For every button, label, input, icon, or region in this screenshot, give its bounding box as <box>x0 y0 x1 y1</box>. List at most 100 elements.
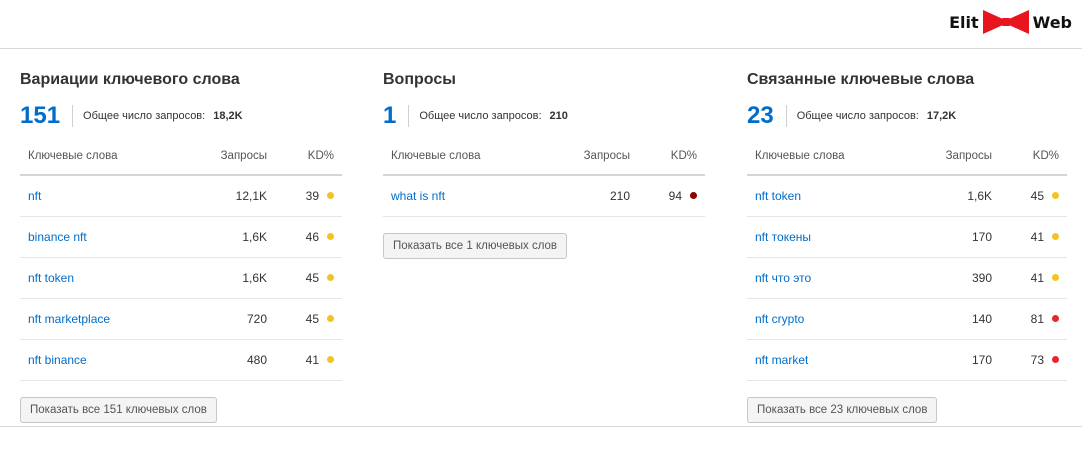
keyword-link[interactable]: what is nft <box>383 175 549 217</box>
kd-dot-icon <box>1052 315 1059 323</box>
keyword-link[interactable]: nft market <box>747 339 911 381</box>
column-header-keywords[interactable]: Ключевые слова <box>747 138 911 176</box>
stat-row: 151 Общее число запросов: 18,2K <box>20 102 342 130</box>
table-row: nft что это 390 41 <box>747 257 1067 299</box>
kd-value: 41 <box>1030 271 1044 285</box>
panel-title: Вопросы <box>383 71 456 88</box>
keyword-link[interactable]: binance nft <box>20 216 186 258</box>
kd-value: 94 <box>668 189 682 203</box>
total-volume-label: Общее число запросов: <box>419 110 542 122</box>
kd-value: 73 <box>1030 353 1044 367</box>
panel-title: Связанные ключевые слова <box>747 71 975 88</box>
total-volume-value: 17,2K <box>926 110 957 122</box>
volume-value: 140 <box>911 298 996 340</box>
kd-value: 45 <box>1030 189 1044 203</box>
kd-value: 46 <box>305 230 319 244</box>
table-row: nft marketplace 720 45 <box>20 298 342 340</box>
kd-cell: 41 <box>271 339 342 381</box>
volume-value: 1,6K <box>911 175 996 217</box>
keyword-link[interactable]: nft token <box>747 175 911 217</box>
table-row: nft 12,1K 39 <box>20 175 342 217</box>
kd-dot-icon <box>327 315 334 323</box>
column-header-volume[interactable]: Запросы <box>549 138 634 176</box>
kd-cell: 46 <box>271 216 342 258</box>
table-row: nft token 1,6K 45 <box>747 175 1067 217</box>
kd-value: 81 <box>1030 312 1044 326</box>
keyword-count: 1 <box>383 102 397 129</box>
keyword-link[interactable]: nft crypto <box>747 298 911 340</box>
kd-dot-icon <box>1052 356 1059 364</box>
stat-row: 23 Общее число запросов: 17,2K <box>747 102 1067 130</box>
divider <box>72 105 74 127</box>
table-row: nft crypto 140 81 <box>747 298 1067 340</box>
kd-cell: 94 <box>634 175 705 217</box>
table-row: nft market 170 73 <box>747 339 1067 381</box>
kd-cell: 45 <box>271 298 342 340</box>
elitweb-logo: Elit Web <box>949 8 1072 36</box>
kd-cell: 73 <box>996 339 1067 381</box>
column-header-kd[interactable]: KD% <box>634 138 705 176</box>
kd-dot-icon <box>1052 274 1059 282</box>
kd-dot-icon <box>327 356 334 364</box>
volume-value: 1,6K <box>186 216 271 258</box>
logo-text-right: Web <box>1032 12 1072 32</box>
volume-value: 210 <box>549 175 634 217</box>
total-volume-value: 18,2K <box>213 110 243 122</box>
volume-value: 12,1K <box>186 175 271 217</box>
kd-dot-icon <box>690 192 697 200</box>
column-header-kd[interactable]: KD% <box>996 138 1067 176</box>
column-header-volume[interactable]: Запросы <box>186 138 271 176</box>
volume-value: 720 <box>186 298 271 340</box>
keyword-link[interactable]: nft token <box>20 257 186 299</box>
table-row: nft token 1,6K 45 <box>20 257 342 299</box>
related-keywords-panel: Связанные ключевые слова 23 Общее число … <box>747 68 1067 423</box>
kd-value: 45 <box>305 312 319 326</box>
panel-title: Вариации ключевого слова <box>20 71 240 88</box>
column-header-volume[interactable]: Запросы <box>911 138 996 176</box>
column-header-kd[interactable]: KD% <box>271 138 342 176</box>
bow-tie-icon <box>982 10 1029 34</box>
keyword-link[interactable]: nft токены <box>747 216 911 258</box>
keyword-count: 151 <box>20 102 61 129</box>
table-row: binance nft 1,6K 46 <box>20 216 342 258</box>
kd-dot-icon <box>327 233 334 241</box>
kd-cell: 45 <box>996 175 1067 217</box>
total-volume-label: Общее число запросов: <box>796 110 919 122</box>
volume-value: 170 <box>911 216 996 258</box>
show-all-questions-button[interactable]: Показать все 1 ключевых слов <box>383 233 568 259</box>
table-row: what is nft 210 94 <box>383 175 705 217</box>
table-row: nft binance 480 41 <box>20 339 342 381</box>
kd-dot-icon <box>1052 192 1059 200</box>
kd-value: 41 <box>1030 230 1044 244</box>
volume-value: 390 <box>911 257 996 299</box>
table-row: nft токены 170 41 <box>747 216 1067 258</box>
kd-cell: 39 <box>271 175 342 217</box>
keyword-link[interactable]: nft marketplace <box>20 298 186 340</box>
column-header-keywords[interactable]: Ключевые слова <box>383 138 549 176</box>
stat-row: 1 Общее число запросов: 210 <box>383 102 705 130</box>
divider <box>785 105 787 127</box>
keyword-link[interactable]: nft <box>20 175 186 217</box>
kd-dot-icon <box>1052 233 1059 241</box>
keywords-table: Ключевые слова Запросы KD% what is nft 2… <box>383 138 705 217</box>
keyword-link[interactable]: nft что это <box>747 257 911 299</box>
kd-dot-icon <box>327 192 334 200</box>
kd-cell: 45 <box>271 257 342 299</box>
kd-value: 41 <box>305 353 319 367</box>
total-volume-value: 210 <box>549 110 568 122</box>
kd-cell: 41 <box>996 216 1067 258</box>
questions-panel: Вопросы 1 Общее число запросов: 210 Ключ… <box>383 68 705 259</box>
show-all-keywords-button[interactable]: Показать все 151 ключевых слов <box>20 397 217 423</box>
kd-value: 39 <box>305 189 319 203</box>
kd-cell: 81 <box>996 298 1067 340</box>
volume-value: 1,6K <box>186 257 271 299</box>
volume-value: 480 <box>186 339 271 381</box>
keyword-variations-panel: Вариации ключевого слова 151 Общее число… <box>20 68 342 423</box>
kd-dot-icon <box>327 274 334 282</box>
top-divider <box>0 48 1082 49</box>
keyword-link[interactable]: nft binance <box>20 339 186 381</box>
show-all-related-button[interactable]: Показать все 23 ключевых слов <box>747 397 938 423</box>
kd-value: 45 <box>305 271 319 285</box>
logo-text-left: Elit <box>949 12 979 32</box>
column-header-keywords[interactable]: Ключевые слова <box>20 138 186 176</box>
